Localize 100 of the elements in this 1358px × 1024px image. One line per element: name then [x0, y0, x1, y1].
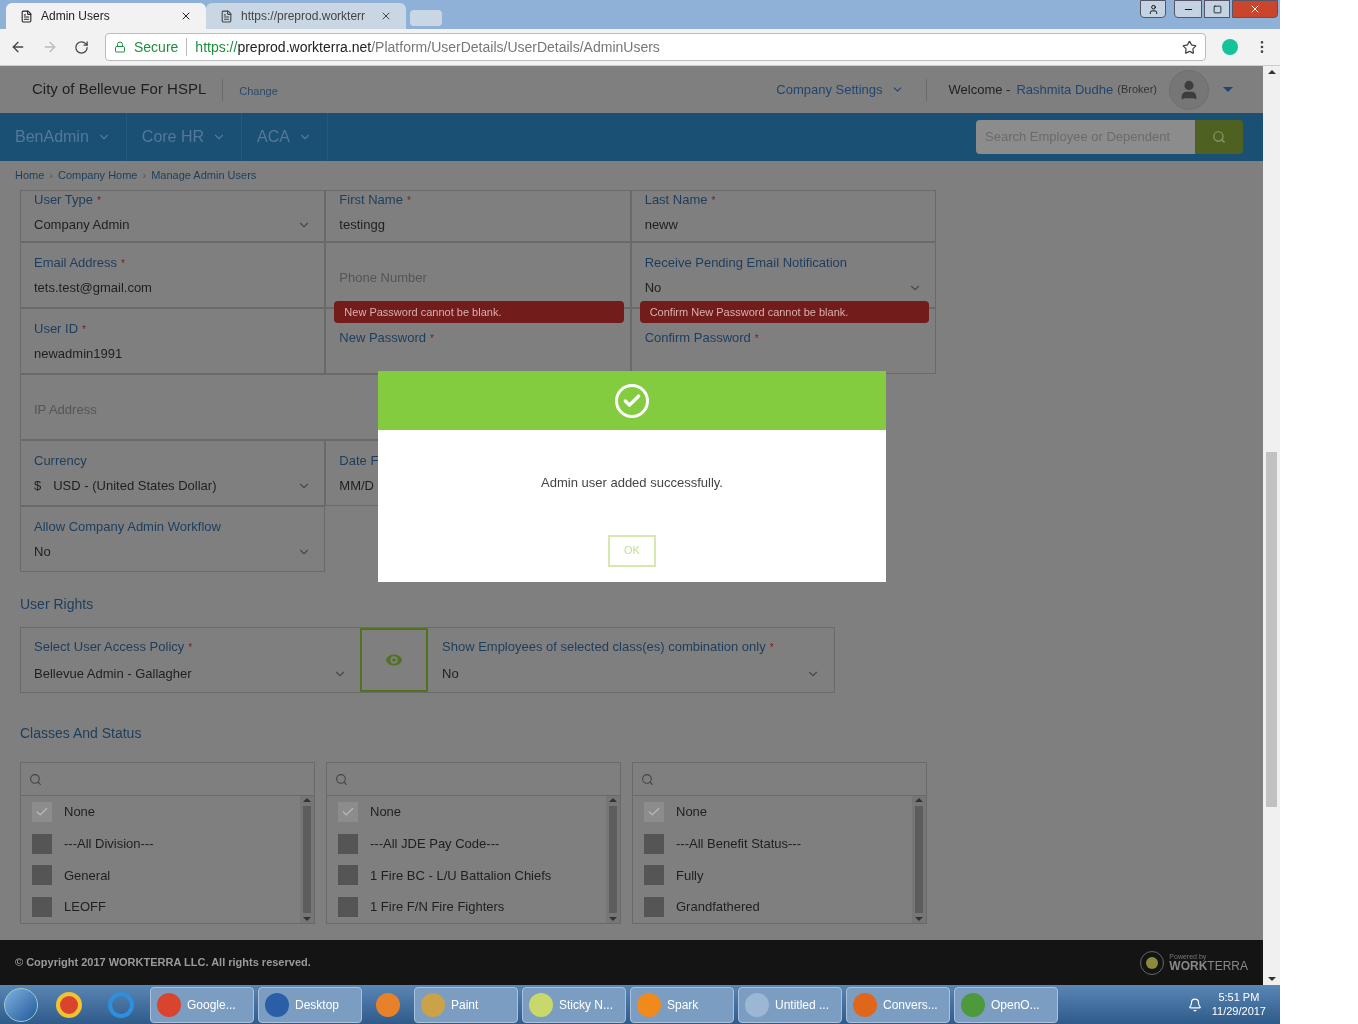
field-label: User Type — [34, 191, 93, 207]
browser-pinned-icon[interactable] — [108, 991, 134, 1018]
field-value: tets.test@gmail.com — [34, 279, 152, 297]
checklist-item[interactable]: None — [327, 796, 606, 828]
checklist-item[interactable]: ---All JDE Pay Code--- — [327, 827, 606, 860]
taskbar-button[interactable]: Convers... — [846, 986, 950, 1023]
forward-icon[interactable] — [42, 39, 58, 55]
brand-name: WORKTERRA — [1169, 960, 1248, 972]
form-field[interactable]: User ID * newadmin1991 — [20, 308, 326, 374]
profile-button[interactable] — [1140, 0, 1166, 18]
checkbox[interactable] — [644, 801, 664, 822]
app-icon — [961, 992, 985, 1017]
clock-time: 5:51 PM — [1218, 990, 1260, 1005]
user-name-link[interactable]: Rashmita Dudhe — [1016, 79, 1114, 100]
back-icon[interactable] — [10, 39, 26, 55]
checkbox[interactable] — [32, 865, 52, 886]
breadcrumb-link[interactable]: Manage Admin Users — [151, 167, 257, 184]
company-settings-menu[interactable]: Company Settings — [776, 79, 904, 100]
taskbar-button[interactable]: Spark — [630, 986, 734, 1023]
checkbox[interactable] — [644, 833, 664, 854]
checklist-item[interactable]: General — [21, 859, 300, 892]
close-icon[interactable] — [380, 10, 392, 22]
checklist-item[interactable]: Grandfathered — [633, 891, 912, 923]
checkbox[interactable] — [32, 801, 52, 822]
search-button[interactable] — [1195, 120, 1243, 154]
checklist-item[interactable]: LEOFF — [21, 891, 300, 923]
form-field[interactable]: Currency $ USD - (United States Dollar) — [20, 440, 326, 506]
address-bar[interactable]: Secure https://preprod.workterra.net/Platform/UserDetails/UserDetails/AdminUsers — [105, 33, 1206, 61]
checklist-item[interactable]: 1 Fire BC - L/U Battalion Chiefs — [327, 859, 606, 892]
checkbox[interactable] — [338, 865, 358, 886]
start-button-icon[interactable] — [4, 987, 38, 1022]
section-title: User Rights — [20, 595, 95, 614]
close-window-button[interactable] — [1232, 0, 1278, 18]
taskbar-button[interactable]: Google... — [150, 986, 254, 1023]
field-value: USD - (United States Dollar) — [53, 477, 217, 495]
section-title: Classes And Status — [20, 724, 143, 743]
taskbar-button[interactable]: Paint — [414, 986, 518, 1023]
user-role: (Broker) — [1117, 82, 1157, 98]
required-mark: * — [406, 194, 411, 206]
avatar-icon[interactable] — [1169, 69, 1209, 110]
checklist-item[interactable]: Fully — [633, 859, 912, 892]
form-field[interactable]: Allow Company Admin Workflow No — [20, 506, 326, 572]
checkbox[interactable] — [32, 833, 52, 854]
checkbox[interactable] — [338, 833, 358, 854]
checklist-item[interactable]: ---All Benefit Status--- — [633, 827, 912, 860]
checkbox[interactable] — [338, 897, 358, 918]
checkbox[interactable] — [644, 897, 664, 918]
caret-icon[interactable] — [1223, 87, 1233, 92]
scroll-up-icon[interactable] — [1267, 70, 1276, 74]
url-text: https://preprod.workterra.net/Platform/UserDetails/UserDetails/AdminUsers — [195, 37, 660, 57]
required-mark: * — [97, 194, 101, 206]
dialog-message: Admin user added successfully. — [540, 474, 724, 492]
required-mark: * — [121, 257, 125, 269]
welcome-text: Welcome - — [948, 80, 1011, 99]
checklist-item[interactable]: None — [21, 796, 300, 828]
field-label: User ID — [34, 320, 79, 336]
reload-icon[interactable] — [74, 39, 89, 55]
field-label: Last Name — [644, 191, 708, 207]
field-label: Email Address — [34, 254, 118, 270]
taskbar-button[interactable]: Untitled ... — [738, 986, 842, 1023]
close-icon — [1249, 3, 1261, 15]
scroll-down-icon[interactable] — [1267, 977, 1276, 981]
page-scrollbar[interactable] — [1263, 66, 1280, 985]
taskbar-button[interactable]: Sticky N... — [522, 986, 626, 1023]
close-icon[interactable] — [180, 10, 192, 22]
search-icon — [335, 772, 348, 786]
change-link[interactable]: Change — [239, 83, 278, 100]
field-label: New Password — [339, 329, 427, 345]
checklist-item[interactable]: None — [633, 796, 912, 828]
checklist-item[interactable]: 1 Fire F/N Fire Fighters — [327, 891, 606, 923]
form-field[interactable]: Email Address * tets.test@gmail.com — [20, 242, 326, 308]
browser-tab[interactable]: Admin Users — [6, 3, 206, 29]
form-field[interactable]: User Type * Company Admin — [20, 190, 326, 242]
maximize-button[interactable] — [1204, 0, 1230, 18]
checkbox[interactable] — [32, 897, 52, 918]
bookmark-star-icon[interactable] — [1182, 39, 1197, 55]
search-icon — [641, 772, 654, 786]
field-label: Allow Company Admin Workflow — [34, 518, 221, 534]
checklist-item[interactable]: ---All Division--- — [21, 827, 300, 860]
breadcrumb-link[interactable]: Home — [15, 167, 45, 184]
app-icon — [529, 992, 553, 1017]
required-mark: * — [82, 323, 86, 335]
taskbar-button[interactable]: Desktop — [258, 986, 362, 1023]
taskbar-button[interactable]: OpenO... — [954, 986, 1058, 1023]
app-icon — [637, 992, 661, 1017]
new-tab-button[interactable] — [410, 10, 442, 26]
checkbox[interactable] — [644, 865, 664, 886]
field-label: Date F — [339, 452, 379, 468]
error-tooltip: New Password cannot be blank. — [334, 301, 624, 323]
checkbox[interactable] — [338, 801, 358, 822]
minimize-button[interactable] — [1174, 0, 1202, 18]
tab-title: Admin Users — [41, 8, 111, 25]
extension-icon[interactable] — [1222, 39, 1238, 55]
browser-tab[interactable]: https://preprod.workterr — [206, 3, 406, 29]
form-field[interactable]: Last Name * neww — [630, 190, 936, 242]
form-field[interactable]: First Name * testingg — [325, 190, 631, 242]
maximize-icon — [1212, 4, 1222, 14]
tab-title: https://preprod.workterr — [241, 8, 367, 25]
breadcrumb-link[interactable]: Company Home — [58, 167, 138, 184]
chrome-pinned-icon[interactable] — [56, 991, 82, 1018]
